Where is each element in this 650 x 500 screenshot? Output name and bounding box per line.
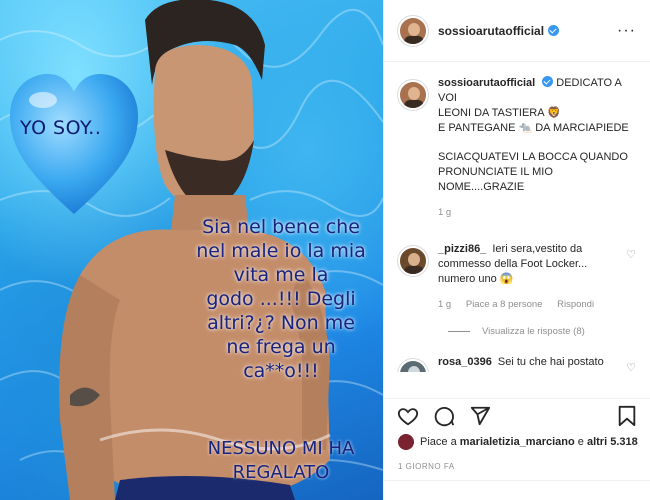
- comment-time[interactable]: 1 g: [438, 299, 451, 310]
- replies-divider: [448, 331, 470, 332]
- likes-summary: Piace a marialetizia_marciano e altri 5.…: [398, 434, 638, 450]
- header-username[interactable]: sossioarutaofficial: [438, 24, 560, 38]
- liker-avatar[interactable]: [398, 434, 414, 450]
- likes-user[interactable]: marialetizia_marciano: [460, 436, 575, 448]
- overlay-caps: NESSUNO MI HA REGALATO: [186, 437, 376, 485]
- overlay-caps-line: NESSUNO MI HA: [207, 438, 355, 459]
- caption: sossioarutaofficial DEDICATO A VOI LEONI…: [398, 76, 636, 220]
- comment-likes[interactable]: Piace a 8 persone: [466, 299, 543, 310]
- post-date[interactable]: 1 GIORNO FA: [398, 462, 455, 471]
- view-replies[interactable]: Visualizza le risposte (8): [448, 326, 636, 337]
- post-header: sossioarutaofficial ···: [384, 0, 650, 62]
- caption-line: SCIACQUATEVI LA BOCCA QUANDO PRONUNCIATE…: [438, 151, 628, 193]
- comment-like-heart-icon[interactable]: ♡: [626, 361, 636, 372]
- header-username-text[interactable]: sossioarutaofficial: [438, 24, 544, 38]
- caption-line: E PANTEGANE 🐀 DA MARCIAPIEDE: [438, 122, 629, 134]
- likes-prefix: Piace a: [420, 436, 457, 448]
- more-horizontal-icon[interactable]: ···: [617, 22, 636, 40]
- likes-middle: e: [577, 436, 584, 448]
- avatar[interactable]: [398, 15, 428, 46]
- caption-time[interactable]: 1 g: [438, 207, 451, 218]
- overlay-line: altri?¿? Non me: [207, 312, 355, 334]
- overlay-caps-line: REGALATO: [232, 462, 330, 483]
- post-side-panel: sossioarutaofficial ··· sossioarutaoffic…: [383, 0, 650, 500]
- comment-body: rosa_0396 Sei tu che hai postato che ti …: [438, 355, 622, 372]
- overlay-line: ca**o!!!: [243, 360, 319, 382]
- comment-item: rosa_0396 Sei tu che hai postato che ti …: [398, 355, 636, 372]
- post-image[interactable]: YO SOY.. Sia nel bene che nel male io la…: [0, 0, 383, 500]
- avatar[interactable]: [398, 359, 428, 372]
- avatar[interactable]: [398, 246, 428, 276]
- overlay-line: ne frega un: [226, 336, 336, 358]
- overlay-quote: Sia nel bene che nel male io la mia vita…: [186, 215, 376, 383]
- comment-body: _pizzi86_ Ieri sera,vestito da commesso …: [438, 242, 622, 312]
- caption-username[interactable]: sossioarutaofficial: [438, 77, 535, 89]
- comments-section: sossioarutaofficial DEDICATO A VOI LEONI…: [384, 62, 650, 372]
- overlay-line: Sia nel bene che: [202, 216, 360, 238]
- overlay-line: vita me la: [233, 264, 329, 286]
- bookmark-icon[interactable]: [615, 404, 639, 428]
- caption-meta: 1 g: [438, 205, 636, 220]
- likes-others[interactable]: altri 5.318: [587, 436, 638, 448]
- overlay-line: godo ...!!! Degli: [206, 288, 356, 310]
- caption-line: LEONI DA TASTIERA 🦁: [438, 107, 561, 119]
- comment-icon[interactable]: [432, 404, 456, 428]
- avatar[interactable]: [398, 80, 428, 110]
- view-replies-label[interactable]: Visualizza le risposte (8): [482, 326, 585, 337]
- reply-button[interactable]: Rispondi: [557, 299, 594, 310]
- add-comment-area[interactable]: [384, 480, 650, 500]
- comment-username[interactable]: _pizzi86_: [438, 243, 486, 255]
- caption-body: sossioarutaofficial DEDICATO A VOI LEONI…: [438, 76, 636, 220]
- verified-badge-icon: [542, 76, 554, 87]
- comment-item: _pizzi86_ Ieri sera,vestito da commesso …: [398, 242, 636, 312]
- heart-icon[interactable]: [396, 404, 420, 428]
- comment-meta: 1 g Piace a 8 persone Rispondi: [438, 297, 622, 312]
- overlay-line: nel male io la mia: [196, 240, 366, 262]
- comment-like-heart-icon[interactable]: ♡: [626, 248, 636, 261]
- comment-username[interactable]: rosa_0396: [438, 356, 492, 368]
- verified-badge-icon: [548, 24, 560, 36]
- send-icon[interactable]: [468, 404, 492, 428]
- action-bar: [384, 398, 650, 432]
